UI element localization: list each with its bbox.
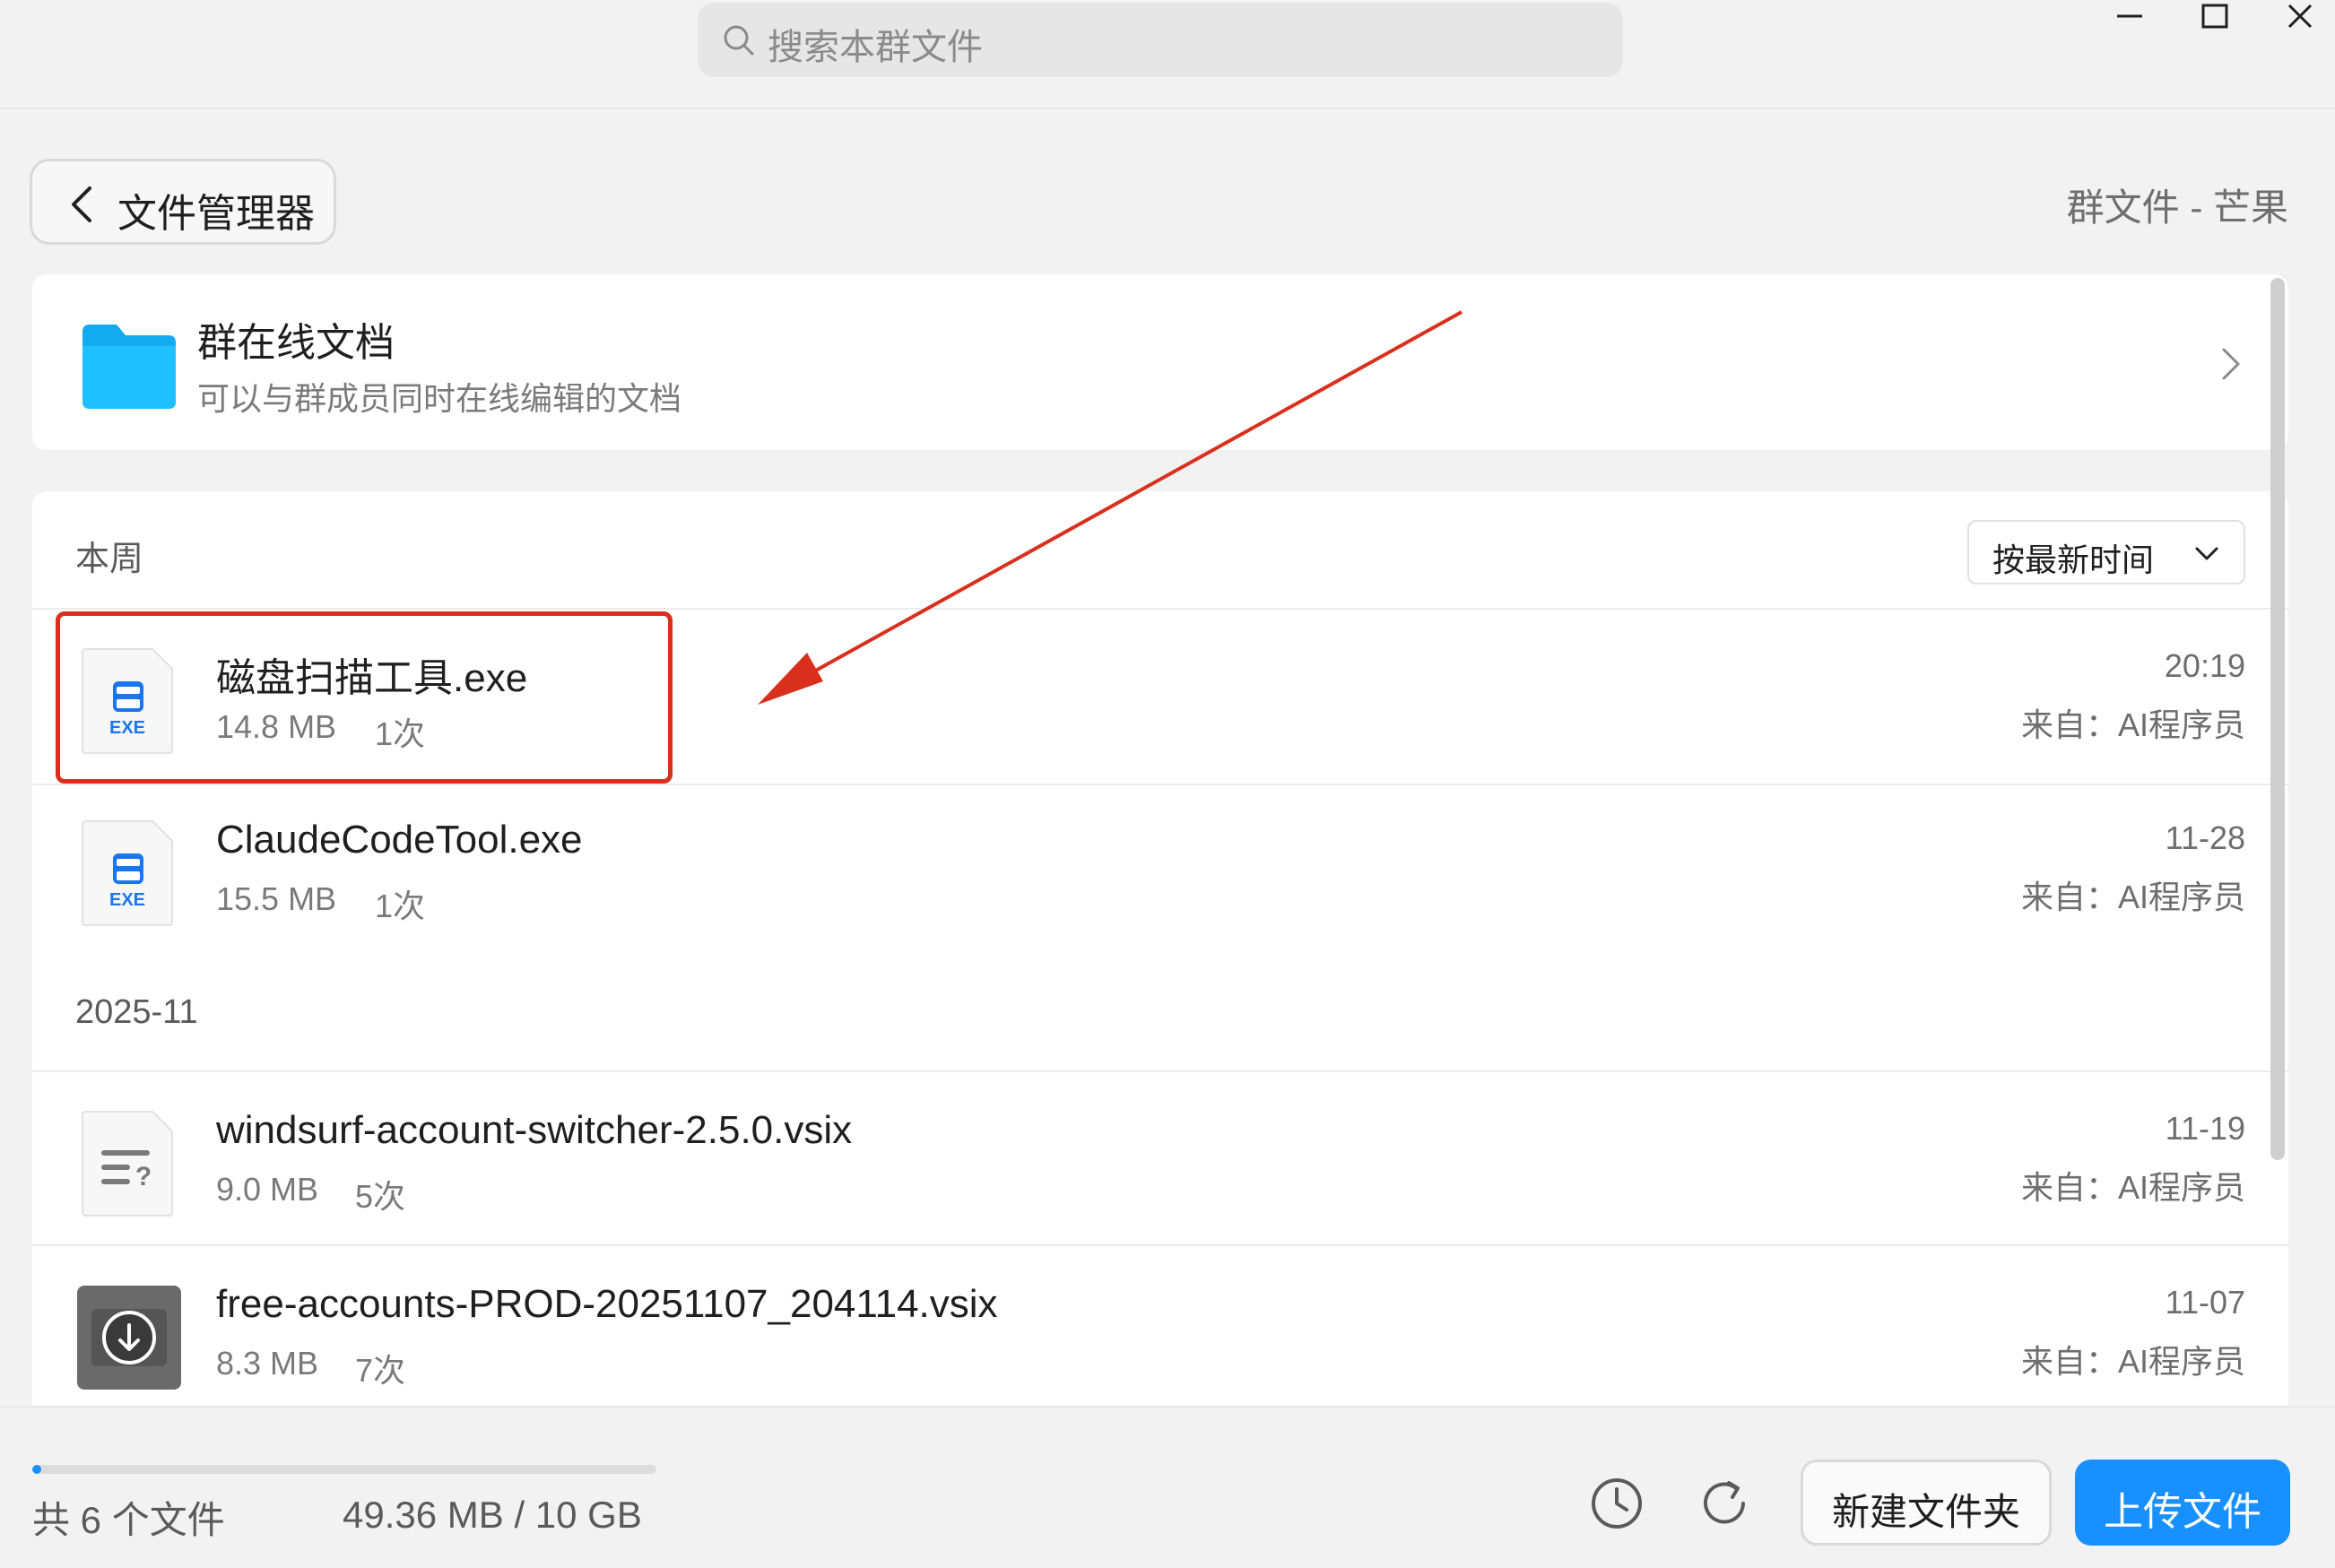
file-row[interactable]: ? windsurf-account-switcher-2.5.0.vsix 9… (32, 1072, 2288, 1246)
download-file-icon (77, 1286, 181, 1390)
online-docs-card[interactable]: 群在线文档 可以与群成员同时在线编辑的文档 (32, 274, 2288, 450)
file-row[interactable]: EXE ClaudeCodeTool.exe 15.5 MB 1次 11-28 … (32, 782, 2288, 956)
clock-icon[interactable] (1589, 1476, 1645, 1531)
unknown-file-icon: ? (82, 1111, 173, 1217)
back-button-label: 文件管理器 (117, 192, 315, 236)
upload-label: 上传文件 (2104, 1490, 2261, 1534)
chevron-down-icon (2195, 547, 2218, 560)
storage-usage: 49.36 MB / 10 GB (343, 1494, 642, 1536)
minimize-icon[interactable] (2094, 0, 2166, 36)
chevron-left-icon (72, 186, 91, 222)
back-to-file-manager-button[interactable]: 文件管理器 (30, 159, 336, 245)
file-time: 11-07 (2165, 1284, 2245, 1321)
online-docs-title: 群在线文档 (197, 321, 395, 365)
section-label-this-week: 本周 (75, 541, 144, 578)
group-title: 群文件 - 芒果 (2066, 186, 2288, 229)
refresh-icon[interactable] (1697, 1476, 1752, 1531)
file-source: 来自：AI程序员 (2020, 706, 2245, 743)
svg-text:EXE: EXE (109, 890, 145, 910)
file-name: ClaudeCodeTool.exe (216, 818, 583, 862)
group-files-window: 搜索本群文件 文件管理器 群文件 - 芒果 群在线文档 可以与群成员同时在线编辑… (0, 0, 2335, 1568)
storage-progress-bar (32, 1465, 656, 1474)
download-count: 1次 (375, 888, 426, 924)
file-name: windsurf-account-switcher-2.5.0.vsix (216, 1108, 853, 1152)
file-size: 9.0 MB (216, 1171, 319, 1208)
search-input[interactable]: 搜索本群文件 (698, 3, 1623, 77)
folder-icon (82, 325, 176, 409)
online-docs-subtitle: 可以与群成员同时在线编辑的文档 (197, 380, 682, 417)
new-folder-button[interactable]: 新建文件夹 (1801, 1460, 2052, 1546)
file-time: 11-28 (2165, 819, 2245, 856)
footer-bar: 共 6 个文件 49.36 MB / 10 GB 新建文件夹 上传文件 (0, 1406, 2335, 1568)
file-source: 来自：AI程序员 (2020, 1343, 2245, 1380)
title-bar: 搜索本群文件 (0, 0, 2335, 109)
sort-dropdown[interactable]: 按最新时间 (1967, 520, 2245, 585)
search-placeholder: 搜索本群文件 (768, 28, 983, 67)
file-source: 来自：AI程序员 (2020, 1169, 2245, 1206)
scrollbar[interactable] (2270, 278, 2285, 1160)
annotation-highlight-box (56, 611, 673, 784)
file-size: 15.5 MB (216, 880, 337, 917)
sort-label: 按最新时间 (1992, 541, 2155, 578)
file-row[interactable]: free-accounts-PROD-20251107_204114.vsix … (32, 1246, 2288, 1406)
maximize-icon[interactable] (2179, 0, 2251, 36)
file-time: 20:19 (2164, 647, 2245, 684)
file-time: 11-19 (2165, 1110, 2245, 1147)
exe-file-icon: EXE (82, 820, 173, 926)
storage-progress-fill (32, 1465, 42, 1474)
section-label-2025-11: 2025-11 (75, 993, 198, 1031)
search-icon (724, 25, 754, 56)
new-folder-label: 新建文件夹 (1831, 1491, 2020, 1533)
file-name: free-accounts-PROD-20251107_204114.vsix (216, 1282, 998, 1326)
svg-text:?: ? (135, 1162, 152, 1191)
download-count: 7次 (355, 1352, 406, 1389)
download-count: 5次 (355, 1178, 406, 1215)
file-source: 来自：AI程序员 (2020, 879, 2245, 915)
file-size: 8.3 MB (216, 1345, 319, 1382)
chevron-right-icon (2222, 348, 2240, 380)
file-count: 共 6 个文件 (32, 1499, 225, 1541)
upload-file-button[interactable]: 上传文件 (2075, 1460, 2290, 1546)
close-icon[interactable] (2264, 0, 2335, 36)
